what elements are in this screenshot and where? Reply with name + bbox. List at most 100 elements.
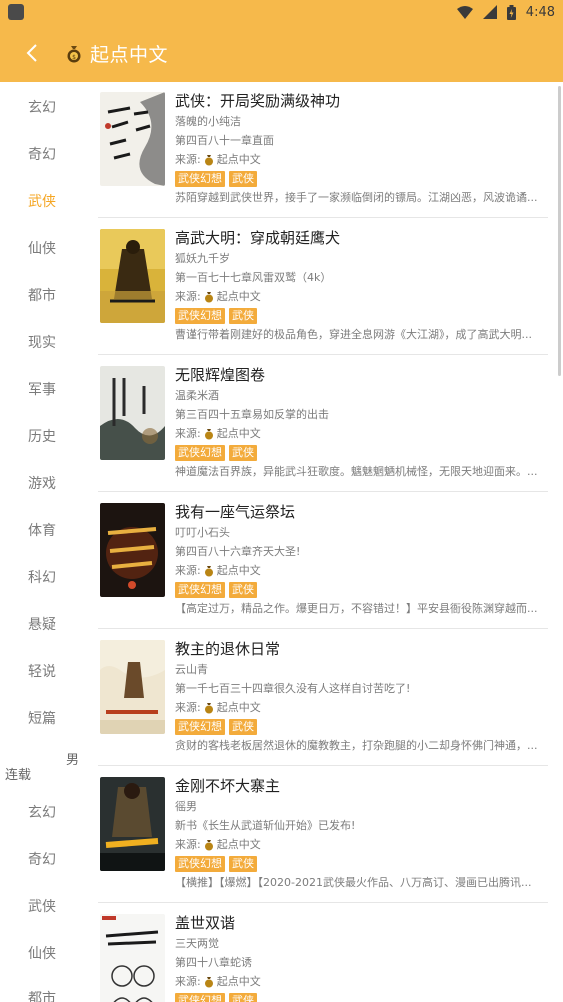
back-button[interactable] [0,24,64,82]
book-tags: 武侠幻想 武侠 [175,306,548,325]
book-latest-chapter: 第三百四十五章易如反掌的出击 [175,408,329,421]
book-item[interactable]: 高武大明：穿成朝廷鹰犬 狐妖九千岁 第一百七十七章风雷双鹫（4k） 来源: 起点… [98,219,548,355]
clock: 4:48 [525,4,555,20]
page-title: 起点中文 [90,43,169,66]
sidebar-item-lishi[interactable]: 历史 [0,426,84,446]
sidebar-item-wuxia-2[interactable]: 武侠 [0,896,84,916]
book-tags: 武侠幻想 武侠 [175,717,548,736]
divider [98,765,548,766]
sidebar-item-qingshuo[interactable]: 轻说 [0,661,84,681]
source-name: 起点中文 [216,564,261,577]
sidebar-item-kehuan[interactable]: 科幻 [0,567,84,587]
sidebar-item-dushi-2[interactable]: 都市 [0,988,84,1002]
sidebar-item-wuxia[interactable]: 武侠 [0,191,84,211]
source-name: 起点中文 [216,290,261,303]
book-tags: 武侠幻想 武侠 [175,580,548,599]
book-item[interactable]: 武侠：开局奖励满级神功 落魄的小纯洁 第四百八十一章直面 来源: 起点中文 武侠… [98,82,548,218]
book-description: 神道魔法百界族，异能武斗狂歌度。魑魅魍魉机械怪，无限天地迎面来。... [175,465,538,478]
source-name: 起点中文 [216,153,261,166]
book-latest-chapter: 第四百八十一章直面 [175,134,274,147]
source-name: 起点中文 [216,975,261,988]
book-latest-chapter: 第一千七百三十四章很久没有人这样自讨苦吃了! [175,682,411,695]
money-bag-icon [204,291,213,302]
tag-genre: 武侠 [229,718,257,735]
book-source: 来源: 起点中文 [175,835,548,854]
book-title: 我有一座气运祭坛 [175,503,296,521]
battery-icon [506,4,516,20]
money-bag-icon [204,976,213,987]
book-cover [100,640,165,734]
book-tags: 武侠幻想 武侠 [175,443,548,462]
money-bag-icon [204,565,213,576]
book-title: 教主的退休日常 [175,640,281,658]
book-latest-chapter: 第一百七十七章风雷双鹫（4k） [175,271,332,284]
tag-subgenre: 武侠幻想 [175,444,225,461]
sidebar-item-junshi[interactable]: 军事 [0,379,84,399]
book-list: 武侠：开局奖励满级神功 落魄的小纯洁 第四百八十一章直面 来源: 起点中文 武侠… [84,82,563,1002]
source-label: 来源: [175,564,201,577]
money-bag-icon [204,428,213,439]
book-title: 盖世双谐 [175,914,236,932]
cellular-signal-icon [482,5,497,19]
book-title: 无限辉煌图卷 [175,366,266,384]
book-tags: 武侠幻想 武侠 [175,169,548,188]
source-label: 来源: [175,153,201,166]
category-sidebar: 玄幻 奇幻 武侠 仙侠 都市 现实 军事 历史 游戏 体育 科幻 悬疑 轻说 短… [0,82,84,1002]
book-source: 来源: 起点中文 [175,972,548,991]
sidebar-item-qihuan[interactable]: 奇幻 [0,144,84,164]
book-cover [100,229,165,323]
source-name: 起点中文 [216,838,261,851]
book-cover [100,92,165,186]
source-label: 来源: [175,838,201,851]
source-label: 来源: [175,290,201,303]
tag-subgenre: 武侠幻想 [175,307,225,324]
money-bag-icon [204,154,213,165]
divider [98,628,548,629]
book-latest-chapter: 新书《长生从武道斩仙开始》已发布! [175,819,356,832]
book-cover [100,366,165,460]
book-item[interactable]: 我有一座气运祭坛 叮叮小石头 第四百八十六章齐天大圣! 来源: 起点中文 武侠幻… [98,493,548,629]
money-bag-icon [204,839,213,850]
tag-genre: 武侠 [229,992,257,1002]
book-item[interactable]: 金刚不坏大寨主 徭男 新书《长生从武道斩仙开始》已发布! 来源: 起点中文 武侠… [98,767,548,903]
book-source: 来源: 起点中文 [175,698,548,717]
sidebar-item-xianxia-2[interactable]: 仙侠 [0,943,84,963]
tag-subgenre: 武侠幻想 [175,170,225,187]
sidebar-item-tiyu[interactable]: 体育 [0,520,84,540]
book-description: 贪财的客栈老板居然退休的魔教教主，打杂跑腿的小二却身怀佛门神通，... [175,739,538,752]
book-item[interactable]: 无限辉煌图卷 温柔米酒 第三百四十五章易如反掌的出击 来源: 起点中文 武侠幻想… [98,356,548,492]
book-item[interactable]: 教主的退休日常 云山青 第一千七百三十四章很久没有人这样自讨苦吃了! 来源: 起… [98,630,548,766]
book-cover [100,914,165,1002]
sidebar-item-dushi[interactable]: 都市 [0,285,84,305]
source-label: 来源: [175,701,201,714]
book-source: 来源: 起点中文 [175,287,548,306]
tag-genre: 武侠 [229,444,257,461]
sidebar-item-xuanyi[interactable]: 悬疑 [0,614,84,634]
tag-subgenre: 武侠幻想 [175,718,225,735]
book-description: 曹谨行带着刚建好的极品角色，穿进全息网游《大江湖》，成了高武大明... [175,328,532,341]
svg-text:$: $ [72,54,76,61]
book-author: 叮叮小石头 [175,526,230,539]
tag-subgenre: 武侠幻想 [175,855,225,872]
sidebar-item-qihuan-2[interactable]: 奇幻 [0,849,84,869]
source-label: 来源: [175,427,201,440]
divider [98,491,548,492]
book-title: 武侠：开局奖励满级神功 [175,92,341,110]
sidebar-item-xuanhuan[interactable]: 玄幻 [0,97,84,117]
sidebar-item-xianshi[interactable]: 现实 [0,332,84,352]
money-bag-icon: $ [67,46,81,63]
scrollbar-thumb[interactable] [558,86,561,376]
book-description: 【高定过万，精品之作。爆更日万，不容错过！】平安县衙役陈渊穿越而... [175,602,538,615]
divider [98,902,548,903]
tag-subgenre: 武侠幻想 [175,581,225,598]
chevron-left-icon [26,44,37,62]
sidebar-item-duanpian[interactable]: 短篇 [0,708,84,728]
book-tags: 武侠幻想 武侠 [175,991,548,1002]
book-latest-chapter: 第四百八十六章齐天大圣! [175,545,301,558]
sidebar-item-xianxia[interactable]: 仙侠 [0,238,84,258]
sidebar-item-youxi[interactable]: 游戏 [0,473,84,493]
book-title: 金刚不坏大寨主 [175,777,281,795]
sidebar-item-xuanhuan-2[interactable]: 玄幻 [0,802,84,822]
book-item[interactable]: 盖世双谐 三天两觉 第四十八章蛇诱 来源: 起点中文 武侠幻想 武侠 [98,904,548,1002]
book-cover [100,777,165,871]
